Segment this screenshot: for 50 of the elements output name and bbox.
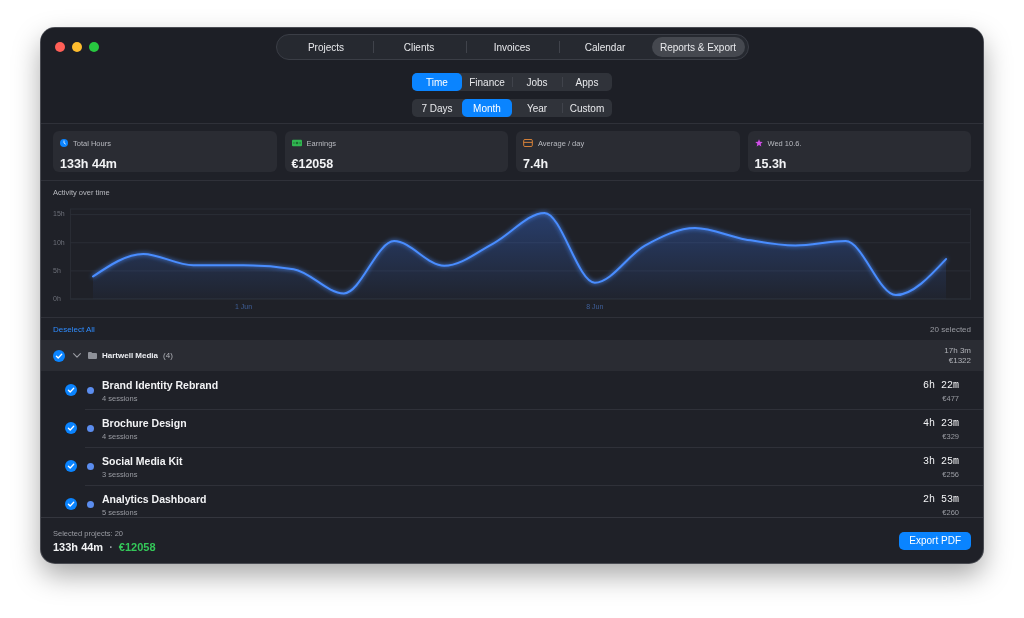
total-amount: €12058: [118, 540, 156, 553]
period-tab[interactable]: Year: [512, 99, 562, 117]
star-icon: [754, 139, 763, 147]
project-name: Analytics Dashboard: [102, 492, 207, 506]
stat-value: 133h 44m: [60, 157, 118, 172]
project-time: 4h 23m: [923, 416, 959, 430]
stat-value: 15.3h: [754, 157, 788, 172]
folder-icon: [88, 352, 97, 359]
total-time: 133h 44m: [53, 540, 104, 553]
checkbox[interactable]: [53, 349, 65, 362]
group-count: (4): [163, 351, 173, 360]
calendar-icon: [523, 139, 533, 147]
checkbox[interactable]: [65, 498, 77, 510]
period-tab[interactable]: Custom: [562, 99, 612, 117]
deselect-all-link[interactable]: Deselect All: [53, 324, 95, 334]
project-name: Social Media Kit: [102, 454, 183, 468]
nav-tab[interactable]: Invoices: [465, 37, 559, 57]
checkbox[interactable]: [65, 384, 77, 396]
close-icon[interactable]: [55, 42, 65, 52]
checkbox[interactable]: [65, 422, 77, 434]
group-row[interactable]: Hartwell Media (4) 17h 3m €1322: [41, 340, 983, 371]
project-time: 6h 22m: [923, 378, 959, 392]
project-time: 3h 25m: [923, 454, 959, 468]
separator-dot: ·: [109, 540, 113, 553]
stat-value: 7.4h: [523, 157, 549, 172]
view-tab[interactable]: Time: [412, 73, 462, 91]
project-name: Brochure Design: [102, 416, 187, 430]
group-time: 17h 3m: [944, 346, 971, 355]
period-tab[interactable]: 7 Days: [412, 99, 462, 117]
project-time: 2h 53m: [923, 492, 959, 506]
view-tab[interactable]: Finance: [462, 73, 512, 91]
group-amount: €1322: [948, 356, 971, 365]
clock-icon: [60, 139, 68, 147]
banknote-icon: [291, 139, 302, 147]
chevron-icon[interactable]: [73, 353, 81, 358]
nav-tab[interactable]: Clients: [372, 37, 466, 57]
view-tab[interactable]: Jobs: [512, 73, 562, 91]
period-tab[interactable]: Month: [462, 99, 512, 117]
checkbox[interactable]: [65, 460, 77, 472]
selection-count: 20 selected: [930, 324, 971, 334]
minimize-icon[interactable]: [72, 42, 82, 52]
zoom-icon[interactable]: [89, 42, 99, 52]
group-name: Hartwell Media: [102, 351, 158, 360]
nav-tab[interactable]: Projects: [279, 37, 373, 57]
project-name: Brand Identity Rebrand: [102, 378, 219, 392]
nav-tab[interactable]: Calendar: [558, 37, 652, 57]
export-pdf-button[interactable]: Export PDF: [899, 531, 971, 550]
stat-value: €12058: [291, 157, 335, 172]
view-tab[interactable]: Apps: [562, 73, 612, 91]
nav-tab[interactable]: Reports & Export: [651, 37, 745, 57]
